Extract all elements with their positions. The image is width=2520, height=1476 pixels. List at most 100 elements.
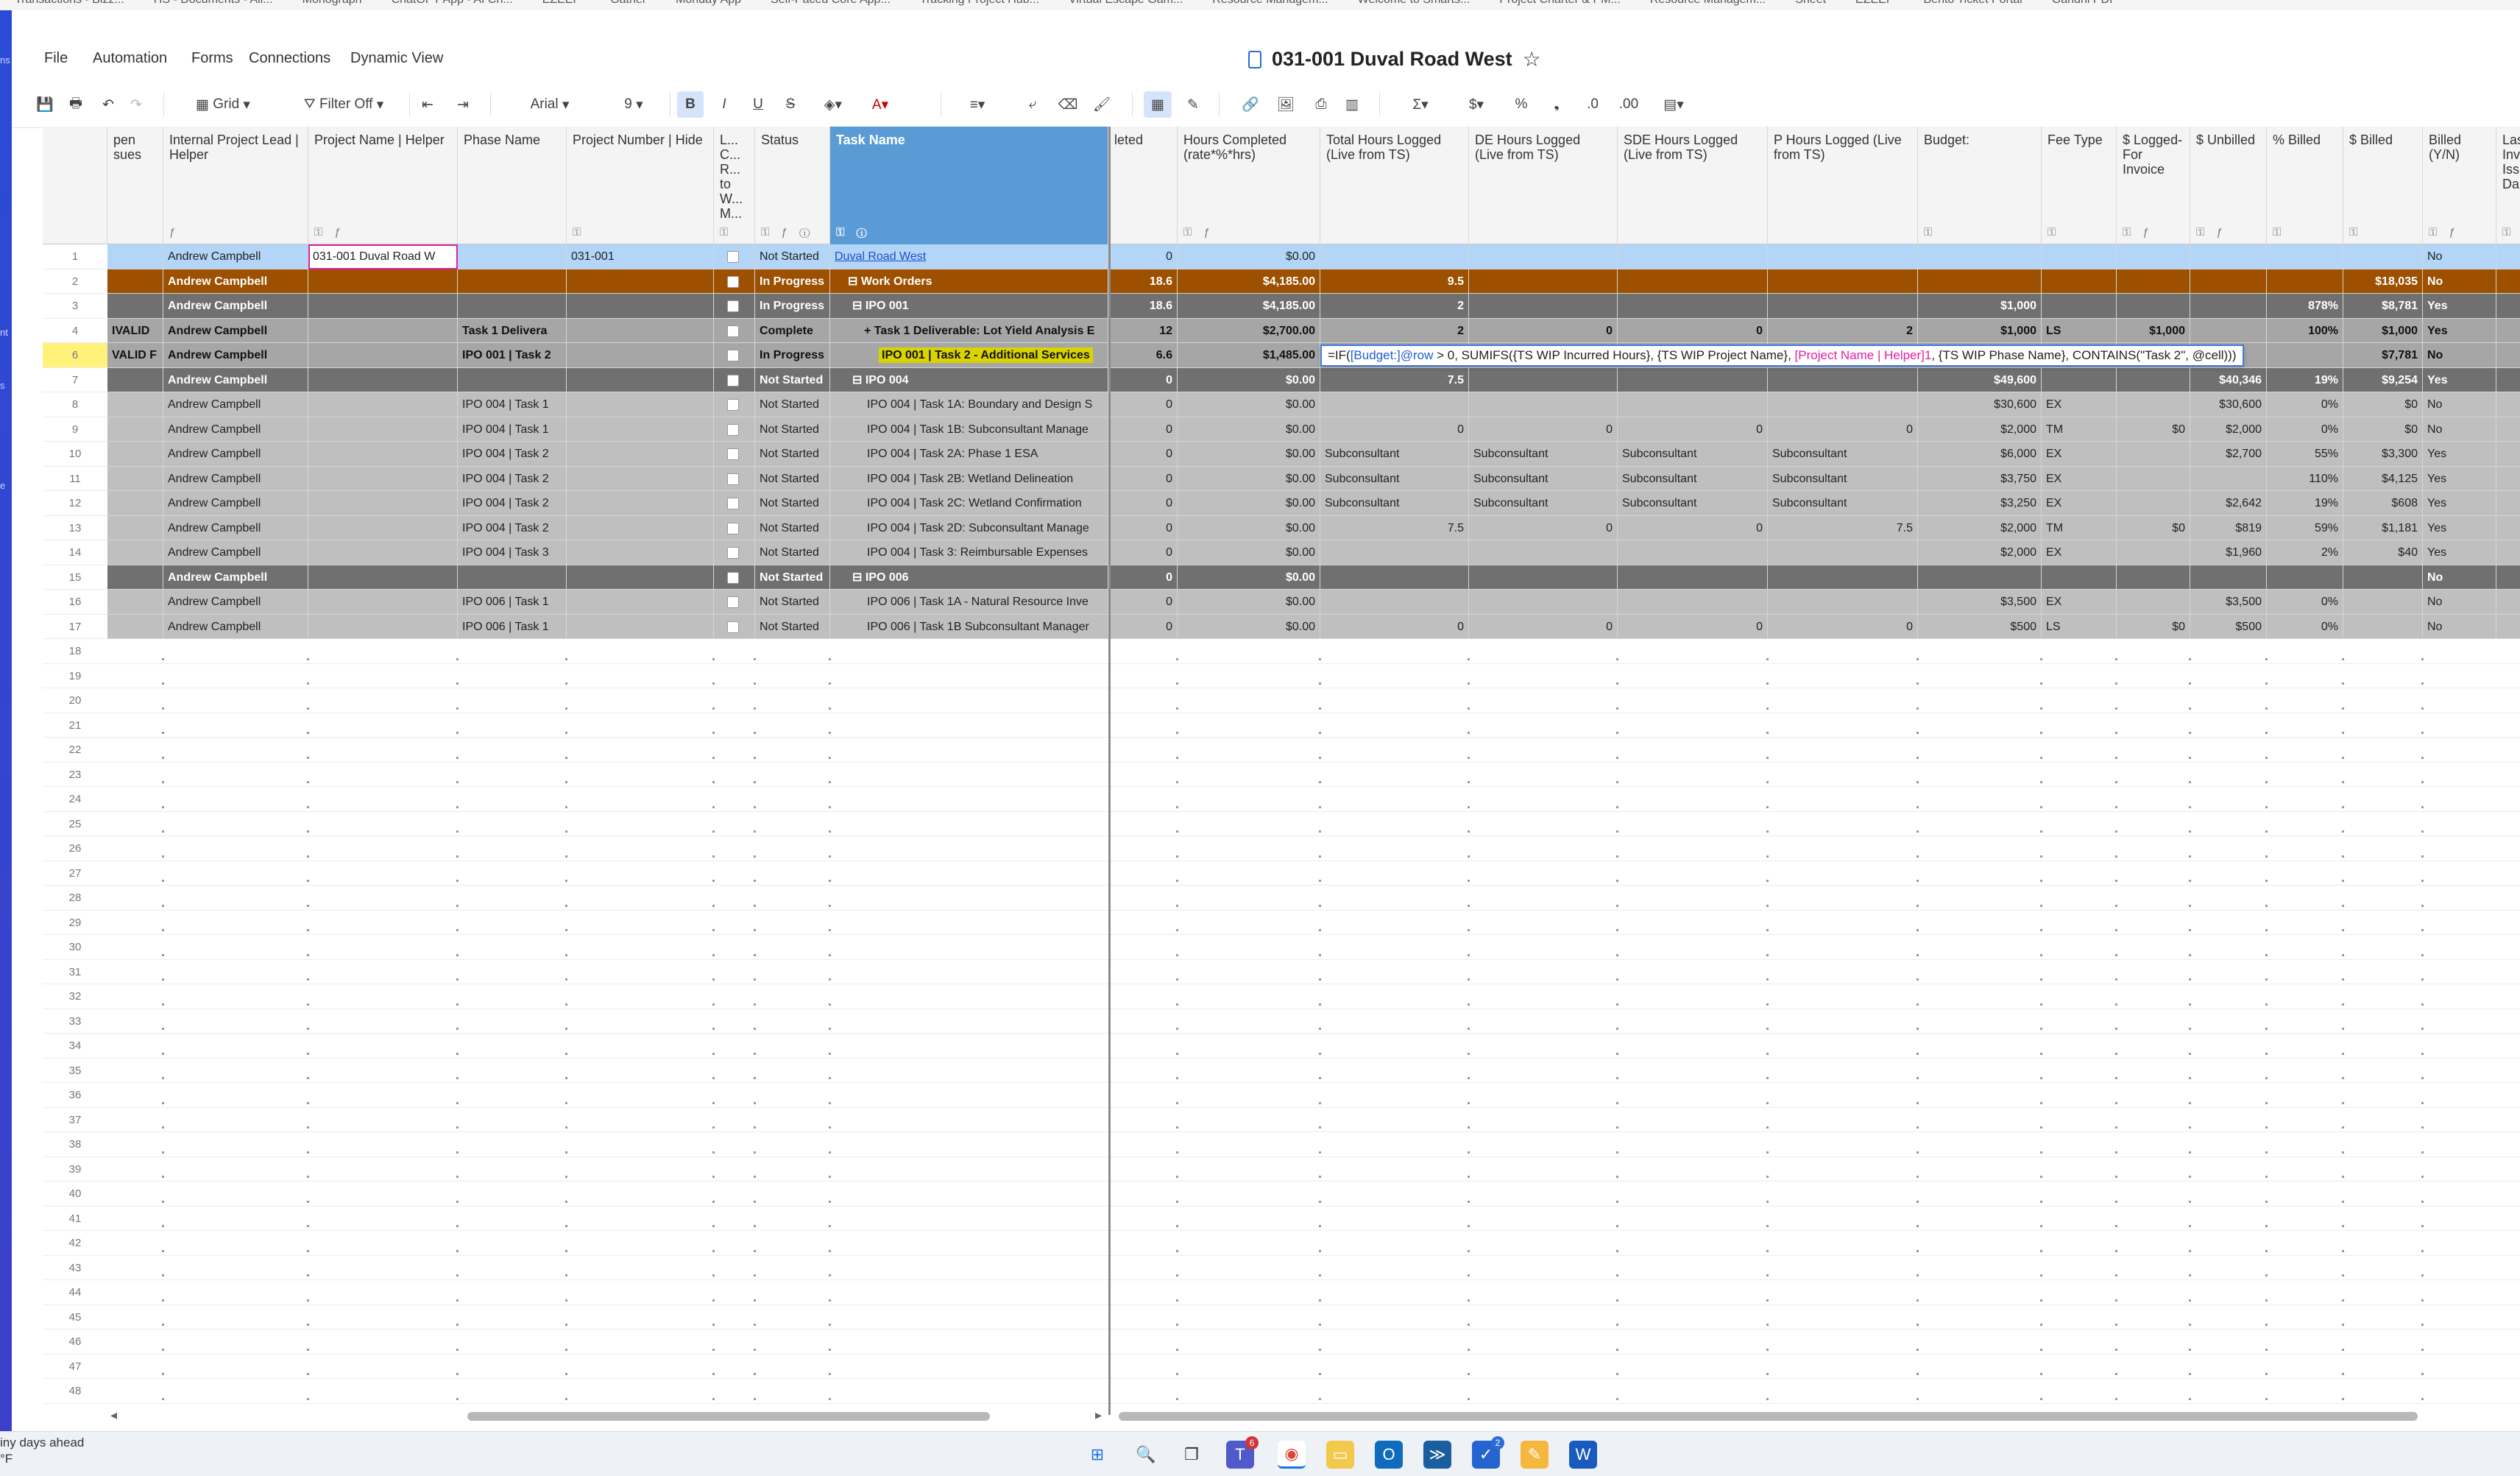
empty-row[interactable] <box>107 1108 2520 1132</box>
strikethrough-button[interactable]: S <box>777 91 804 118</box>
cell-de-hours-logged[interactable]: 0 <box>1469 318 1618 343</box>
cell-project-name-helper[interactable] <box>308 515 458 540</box>
teams-icon[interactable]: T6 <box>1226 1436 1259 1469</box>
cell-dollars-billed[interactable]: $9,254 <box>2343 367 2423 392</box>
empty-row[interactable] <box>107 1280 2520 1305</box>
menu-dynamic-view[interactable]: Dynamic View <box>350 50 443 67</box>
table-row[interactable]: Andrew Campbell IPO 004 | Task 2 Not Start… <box>107 466 2520 491</box>
cell-dollars-billed[interactable] <box>2343 244 2423 269</box>
cell-fee-type[interactable]: EX <box>2042 466 2117 491</box>
cell-last-invoice-date[interactable] <box>2496 343 2520 368</box>
row-number[interactable]: 26 <box>43 836 107 861</box>
chart-icon[interactable]: ▥ <box>1339 91 1365 118</box>
cell-budget[interactable]: $30,600 <box>1918 392 2042 417</box>
cell-status[interactable]: Not Started <box>755 590 830 615</box>
bookmark-item[interactable]: Monograph <box>302 0 362 6</box>
chrome-icon[interactable]: ◉ <box>1278 1441 1306 1469</box>
column-header-icons[interactable]: ⚿ ƒ <box>2123 225 2153 240</box>
cell-hours-completed[interactable]: $0.00 <box>1178 392 1320 417</box>
cell-pct-billed[interactable]: 878% <box>2267 294 2343 319</box>
cell-dollars-billed[interactable]: $0 <box>2343 417 2423 442</box>
cell-internal-project-lead[interactable]: Andrew Campbell <box>163 442 308 467</box>
cell-hours-completed[interactable]: $0.00 <box>1178 244 1320 269</box>
bookmark-item[interactable]: HS - Documents - All... <box>154 0 273 6</box>
cell-hours-completed[interactable]: $2,700.00 <box>1178 318 1320 343</box>
cell-open-issues[interactable] <box>107 367 163 392</box>
cell-task-name[interactable]: IPO 004 | Task 2A: Phase 1 ESA <box>830 442 1108 467</box>
cell-logged-for-invoice[interactable]: $1,000 <box>2117 318 2190 343</box>
cell-last-invoice-date[interactable] <box>2496 392 2520 417</box>
empty-row[interactable] <box>107 1231 2520 1256</box>
cell-dollars-billed[interactable]: $18,035 <box>2343 269 2423 294</box>
column-header-fee-type[interactable]: Fee Type ⚿ <box>2042 127 2117 244</box>
cell-pct-billed[interactable] <box>2267 244 2343 269</box>
cell-p-hours-logged[interactable] <box>1768 294 1918 319</box>
row-number[interactable]: 9 <box>43 417 107 442</box>
cell-last-invoice-date[interactable] <box>2496 368 2520 392</box>
cell-unbilled[interactable]: $40,346 <box>2190 367 2267 392</box>
row-number[interactable]: 15 <box>43 565 107 590</box>
cell-phase-name[interactable] <box>458 244 567 269</box>
cell-pct-billed[interactable]: 0% <box>2267 590 2343 615</box>
row-number[interactable]: 40 <box>43 1182 107 1207</box>
cell-budget[interactable]: $2,000 <box>1918 515 2042 540</box>
cell-logged-for-invoice[interactable] <box>2117 491 2190 516</box>
empty-row[interactable] <box>107 787 2520 812</box>
empty-row[interactable] <box>107 639 2520 664</box>
cell-internal-project-lead[interactable]: Andrew Campbell <box>163 565 308 590</box>
empty-row[interactable] <box>107 935 2520 960</box>
cell-phase-name[interactable]: IPO 004 | Task 2 <box>458 466 567 491</box>
cell-total-hours-logged[interactable]: 7.5 <box>1320 367 1469 392</box>
cell-status[interactable]: Not Started <box>755 466 830 491</box>
cell-p-hours-logged[interactable]: Subconsultant <box>1768 466 1918 491</box>
cell-internal-project-lead[interactable]: Andrew Campbell <box>163 294 308 319</box>
cell-p-hours-logged[interactable]: 2 <box>1768 318 1918 343</box>
table-row[interactable]: Andrew Campbell IPO 004 | Task 2 Not Start… <box>107 491 2520 516</box>
cell-billed-yn[interactable]: Yes <box>2423 540 2496 565</box>
redo-icon[interactable]: ↷ <box>124 91 149 118</box>
cell-sde-hours-logged[interactable]: 0 <box>1618 318 1768 343</box>
column-header-pct-billed[interactable]: % Billed ⚿ <box>2267 127 2343 244</box>
column-header-icons[interactable]: ⚿ ƒ <box>2429 225 2460 240</box>
cell-project-name-helper[interactable] <box>308 417 458 442</box>
empty-row[interactable] <box>107 1207 2520 1231</box>
left-navigation-rail[interactable]: ns nt s e <box>0 10 12 1431</box>
column-header-icons[interactable]: ⚿ <box>2502 225 2515 240</box>
cell-unbilled[interactable] <box>2190 565 2267 590</box>
cell-task-name[interactable]: IPO 004 | Task 1B: Subconsultant Manage <box>830 417 1108 442</box>
cell-project-name-helper[interactable] <box>308 491 458 516</box>
row-number[interactable]: 39 <box>43 1157 107 1182</box>
cell-budget[interactable]: $2,000 <box>1918 417 2042 442</box>
cell-fee-type[interactable]: EX <box>2042 590 2117 615</box>
row-number[interactable]: 31 <box>43 960 107 984</box>
cell-phase-name[interactable] <box>458 565 567 590</box>
row-number[interactable]: 16 <box>43 590 107 615</box>
cell-open-issues[interactable] <box>107 466 163 491</box>
horizontal-scrollbar-main[interactable] <box>1119 1412 2418 1421</box>
row-number[interactable]: 25 <box>43 812 107 836</box>
column-header-phase-name[interactable]: Phase Name <box>458 127 567 244</box>
cell-hours-completed[interactable]: $0.00 <box>1178 491 1320 516</box>
cell-fee-type[interactable]: LS <box>2042 318 2117 343</box>
cell-hours-completed[interactable]: $0.00 <box>1178 565 1320 590</box>
row-number[interactable]: 8 <box>43 392 107 417</box>
outdent-icon[interactable]: ⇤ <box>415 91 440 118</box>
cell-open-issues[interactable]: VALID F <box>107 343 163 368</box>
row-number[interactable]: 41 <box>43 1207 107 1231</box>
cell-project-number[interactable] <box>567 614 714 639</box>
cell-sde-hours-logged[interactable] <box>1618 590 1768 615</box>
checkbox[interactable] <box>727 571 739 584</box>
align-icon[interactable]: ≡▾ <box>957 91 998 118</box>
empty-row[interactable] <box>107 1083 2520 1108</box>
cell-budget[interactable]: $3,250 <box>1918 491 2042 516</box>
cell-status[interactable]: Not Started <box>755 515 830 540</box>
column-header-icons[interactable]: ⚿ <box>2349 225 2362 240</box>
cell-billed-yn[interactable]: Yes <box>2423 442 2496 467</box>
cell-internal-project-lead[interactable]: Andrew Campbell <box>163 367 308 392</box>
cell-lc-checkbox[interactable] <box>714 294 755 319</box>
cell-billed-yn[interactable]: No <box>2423 392 2496 417</box>
empty-row[interactable] <box>107 763 2520 787</box>
cell-dollars-billed[interactable]: $4,125 <box>2343 466 2423 491</box>
checkbox[interactable] <box>727 448 739 460</box>
cell-project-number[interactable] <box>567 515 714 540</box>
